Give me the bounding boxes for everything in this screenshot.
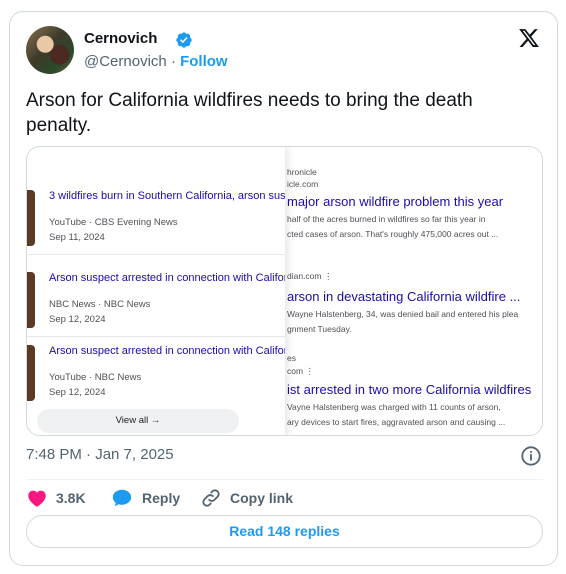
reply-bubble-icon — [112, 489, 132, 507]
result-snippet: gnment Tuesday. — [287, 324, 352, 334]
result-site: hronicle — [287, 167, 317, 177]
follow-button[interactable]: Follow — [180, 53, 228, 70]
separator: · — [170, 53, 176, 70]
result-snippet: Wayne Halstenberg, 34, was denied bail a… — [287, 309, 519, 319]
video-title[interactable]: Arson suspect arrested in connection wit… — [49, 345, 285, 357]
x-logo-icon[interactable] — [518, 27, 540, 49]
video-source: YouTube · NBC News — [49, 372, 142, 383]
result-url: com ⋮ — [287, 366, 314, 376]
like-count: 3.8K — [56, 490, 86, 506]
result-snippet: ary devices to start fires, aggravated a… — [287, 417, 506, 427]
link-icon — [202, 489, 220, 507]
video-item[interactable]: 3 wildfires burn in Southern California,… — [27, 182, 285, 255]
result-url: dian.com ⋮ — [287, 271, 333, 281]
copy-link-label: Copy link — [230, 490, 294, 506]
search-results-pane: hronicle icle.com major arson wildfire p… — [282, 147, 542, 435]
verified-badge-icon — [176, 32, 192, 48]
reply-button[interactable]: Reply — [110, 485, 180, 511]
tweet-timestamp[interactable]: 7:48 PM · Jan 7, 2025 — [26, 446, 174, 463]
video-thumbnail — [27, 190, 35, 246]
reply-label: Reply — [142, 490, 181, 506]
tweet-text: Arson for California wildfires needs to … — [26, 90, 473, 136]
result-title[interactable]: ist arrested in two more California wild… — [287, 382, 531, 397]
video-date: Sep 12, 2024 — [49, 387, 106, 398]
author-handle[interactable]: @Cernovich — [84, 53, 167, 70]
embedded-screenshot[interactable]: hronicle icle.com major arson wildfire p… — [26, 146, 543, 436]
video-date: Sep 12, 2024 — [49, 314, 106, 325]
info-icon[interactable] — [520, 445, 542, 467]
result-url: icle.com — [287, 179, 319, 189]
video-item[interactable]: Arson suspect arrested in connection wit… — [27, 264, 285, 337]
view-all-button[interactable]: View all → — [37, 409, 239, 433]
result-snippet: cted cases of arson. That's roughly 475,… — [287, 229, 499, 239]
video-source: YouTube · CBS Evening News — [49, 217, 178, 228]
video-thumbnail — [27, 345, 35, 401]
copy-link-button[interactable]: Copy link — [200, 485, 293, 511]
result-snippet: Vayne Halstenberg was charged with 11 co… — [287, 402, 501, 412]
result-title[interactable]: arson in devastating California wildfire… — [287, 289, 520, 304]
result-site: es — [287, 353, 296, 363]
like-button[interactable]: 3.8K — [26, 485, 86, 511]
heart-icon — [28, 490, 46, 507]
video-title[interactable]: 3 wildfires burn in Southern California,… — [49, 190, 285, 202]
result-title[interactable]: major arson wildfire problem this year — [287, 194, 503, 209]
read-replies-button[interactable]: Read 148 replies — [26, 515, 543, 548]
avatar[interactable] — [26, 26, 74, 74]
tweet-card: Cernovich @Cernovich · Follow Arson for … — [9, 11, 558, 566]
video-title[interactable]: Arson suspect arrested in connection wit… — [49, 272, 285, 284]
video-thumbnail — [27, 272, 35, 328]
video-source: NBC News · NBC News — [49, 299, 151, 310]
author-name[interactable]: Cernovich — [84, 30, 157, 47]
handle-row: @Cernovich · Follow — [84, 53, 228, 70]
divider — [26, 479, 543, 480]
videos-pane: 3 wildfires burn in Southern California,… — [27, 147, 285, 435]
video-item[interactable]: Arson suspect arrested in connection wit… — [27, 337, 285, 410]
video-date: Sep 11, 2024 — [49, 232, 105, 243]
result-snippet: half of the acres burned in wildfires so… — [287, 214, 486, 224]
